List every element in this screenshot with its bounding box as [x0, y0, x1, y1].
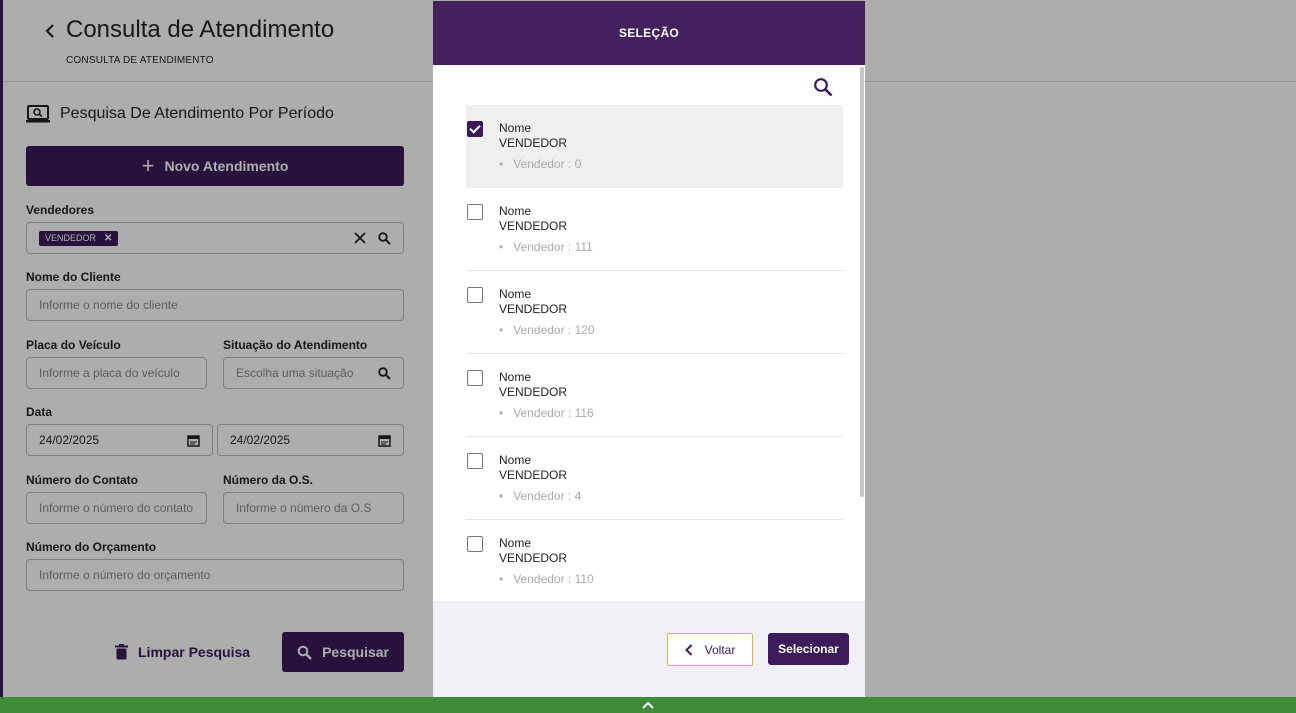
- search-icon[interactable]: [813, 77, 833, 97]
- select-button-label: Selecionar: [778, 642, 839, 656]
- item-name: Nome: [499, 287, 532, 301]
- list-item[interactable]: Nome VENDEDOR • Vendedor : 0: [466, 105, 843, 188]
- modal-header: SELEÇÃO: [433, 1, 865, 65]
- checkbox[interactable]: [467, 121, 483, 137]
- chevron-left-icon: [684, 643, 692, 656]
- bullet-icon: •: [499, 489, 504, 503]
- list-item[interactable]: Nome VENDEDOR • Vendedor : 120: [466, 271, 843, 354]
- checkbox[interactable]: [467, 204, 483, 220]
- item-code-text: Vendedor : 0: [513, 157, 582, 171]
- modal-footer: Voltar Selecionar: [433, 601, 865, 697]
- checkbox[interactable]: [467, 287, 483, 303]
- item-code: • Vendedor : 120: [499, 323, 595, 337]
- item-name: Nome: [499, 204, 532, 218]
- item-code-text: Vendedor : 116: [513, 406, 594, 420]
- bullet-icon: •: [499, 157, 504, 171]
- item-code: • Vendedor : 116: [499, 406, 594, 420]
- back-button-label: Voltar: [704, 642, 736, 657]
- item-code: • Vendedor : 0: [499, 157, 581, 171]
- back-button[interactable]: Voltar: [667, 633, 753, 666]
- bottom-bar[interactable]: [0, 697, 1296, 713]
- item-role: VENDEDOR: [499, 551, 568, 565]
- chevron-up-icon[interactable]: [642, 701, 654, 709]
- item-code: • Vendedor : 110: [499, 572, 594, 586]
- modal-body: Nome VENDEDOR • Vendedor : 0 Nome VENDEDO…: [433, 65, 865, 601]
- item-name: Nome: [499, 121, 532, 135]
- item-code-text: Vendedor : 110: [513, 572, 594, 586]
- bullet-icon: •: [499, 406, 504, 420]
- checkbox[interactable]: [467, 536, 483, 552]
- select-button[interactable]: Selecionar: [768, 633, 849, 665]
- modal-title: SELEÇÃO: [618, 26, 680, 40]
- item-name: Nome: [499, 536, 532, 550]
- scrollbar[interactable]: [860, 67, 864, 497]
- item-code: • Vendedor : 4: [499, 489, 581, 503]
- item-name: Nome: [499, 453, 532, 467]
- item-role: VENDEDOR: [499, 302, 568, 316]
- item-code-text: Vendedor : 120: [513, 323, 595, 337]
- item-role: VENDEDOR: [499, 136, 568, 150]
- list-item[interactable]: Nome VENDEDOR • Vendedor : 111: [466, 188, 843, 271]
- item-code-text: Vendedor : 4: [513, 489, 582, 503]
- item-role: VENDEDOR: [499, 219, 568, 233]
- list-item[interactable]: Nome VENDEDOR • Vendedor : 110: [466, 520, 843, 601]
- checkbox[interactable]: [467, 453, 483, 469]
- item-role: VENDEDOR: [499, 385, 568, 399]
- item-role: VENDEDOR: [499, 468, 568, 482]
- selection-modal: SELEÇÃO Nome VENDEDOR • Vendedor : 0 Nome…: [433, 1, 865, 697]
- bullet-icon: •: [499, 323, 504, 337]
- list-item[interactable]: Nome VENDEDOR • Vendedor : 4: [466, 437, 843, 520]
- item-code-text: Vendedor : 111: [513, 240, 593, 254]
- item-code: • Vendedor : 111: [499, 240, 593, 254]
- bullet-icon: •: [499, 572, 504, 586]
- checkbox[interactable]: [467, 370, 483, 386]
- bullet-icon: •: [499, 240, 504, 254]
- list-item[interactable]: Nome VENDEDOR • Vendedor : 116: [466, 354, 843, 437]
- item-name: Nome: [499, 370, 532, 384]
- vendor-list: Nome VENDEDOR • Vendedor : 0 Nome VENDEDO…: [466, 105, 843, 601]
